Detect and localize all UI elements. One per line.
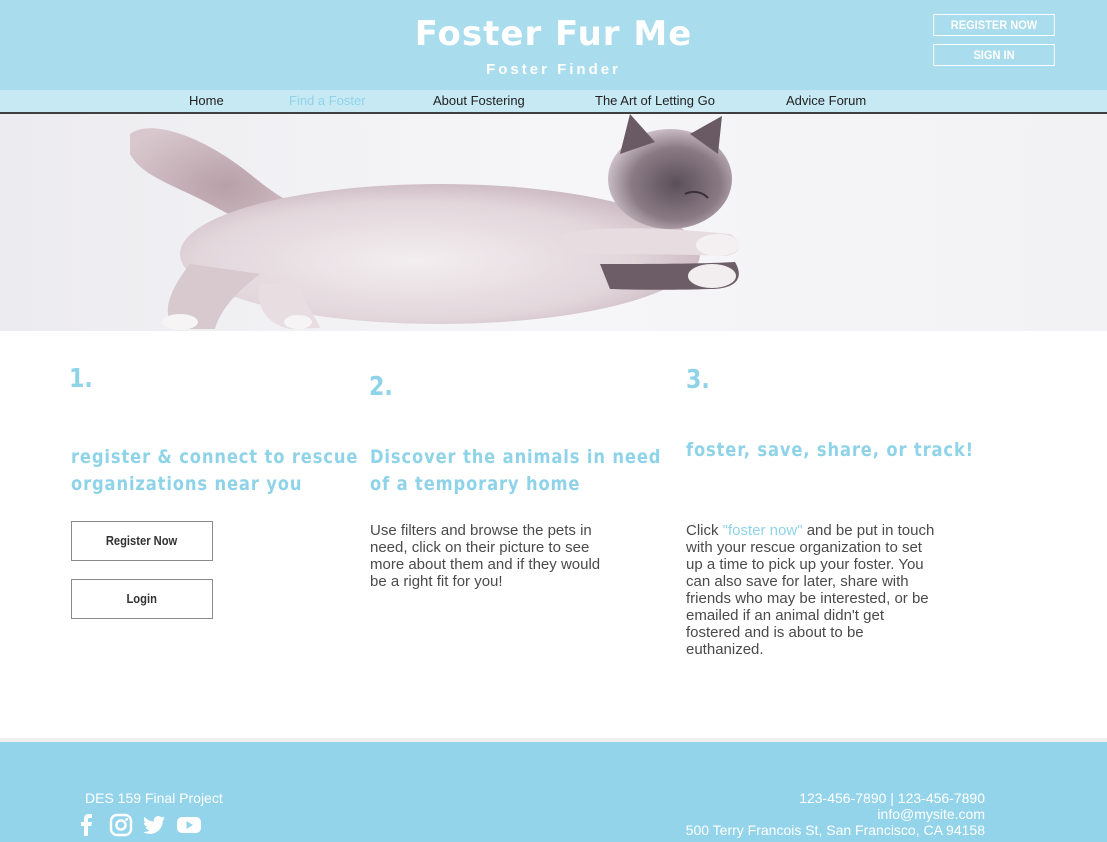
step-3-heading-line1: foster, save, share, or track!: [686, 439, 974, 461]
footer-phones: 123-456-7890 | 123-456-7890: [799, 790, 985, 806]
step-2-description: Use filters and browse the pets in need,…: [370, 522, 601, 590]
cat-illustration: [0, 114, 1107, 331]
nav-item-home[interactable]: Home: [189, 93, 224, 108]
step-2-heading-line2: of a temporary home: [370, 473, 581, 495]
register-now-button[interactable]: Register Now: [71, 521, 213, 561]
site-header: Foster Fur Me Foster Finder REGISTER NOW…: [0, 0, 1107, 90]
step-1-heading-line1: register & connect to rescue: [71, 446, 359, 468]
sign-in-button[interactable]: SIGN IN: [933, 44, 1055, 66]
step-2-heading: Discover the animals in need of a tempor…: [370, 444, 661, 498]
step-1-number: 1.: [69, 364, 93, 394]
step-1-heading-line2: organizations near you: [71, 473, 303, 495]
instagram-icon[interactable]: [108, 812, 134, 838]
nav-item-about-fostering[interactable]: About Fostering: [433, 93, 525, 108]
footer-project-label: DES 159 Final Project: [85, 790, 223, 806]
nav-item-find-a-foster[interactable]: Find a Foster: [289, 93, 366, 108]
step-2-number: 2.: [369, 372, 393, 402]
footer-address: 500 Terry Francois St, San Francisco, CA…: [685, 822, 985, 838]
step-2-heading-line1: Discover the animals in need: [370, 446, 662, 468]
register-now-label: Register Now: [106, 533, 178, 548]
footer-email[interactable]: info@mysite.com: [877, 806, 985, 822]
step-1-heading: register & connect to rescue organizatio…: [71, 444, 358, 498]
step-3-description: Click "foster now" and be put in touch w…: [686, 522, 941, 658]
site-footer: DES 159 Final Project 123-456-7890 | 123…: [0, 738, 1107, 842]
facebook-icon[interactable]: [74, 812, 100, 838]
twitter-icon[interactable]: [141, 812, 167, 838]
register-now-header-button[interactable]: REGISTER NOW: [933, 14, 1055, 36]
step-3-text-prefix: Click: [686, 522, 723, 539]
step-3-heading: foster, save, share, or track!: [686, 437, 974, 464]
foster-now-link[interactable]: "foster now": [723, 522, 803, 539]
main-nav: Home Find a Foster About Fostering The A…: [0, 90, 1107, 114]
youtube-icon[interactable]: [176, 812, 202, 838]
nav-item-advice-forum[interactable]: Advice Forum: [786, 93, 866, 108]
nav-item-art-of-letting-go[interactable]: The Art of Letting Go: [595, 93, 715, 108]
step-3-text-suffix: and be put in touch with your rescue org…: [686, 522, 935, 658]
login-label: Login: [126, 591, 158, 606]
login-button[interactable]: Login: [71, 579, 213, 619]
hero-cat-image: [0, 114, 1107, 331]
step-3-number: 3.: [686, 365, 710, 395]
